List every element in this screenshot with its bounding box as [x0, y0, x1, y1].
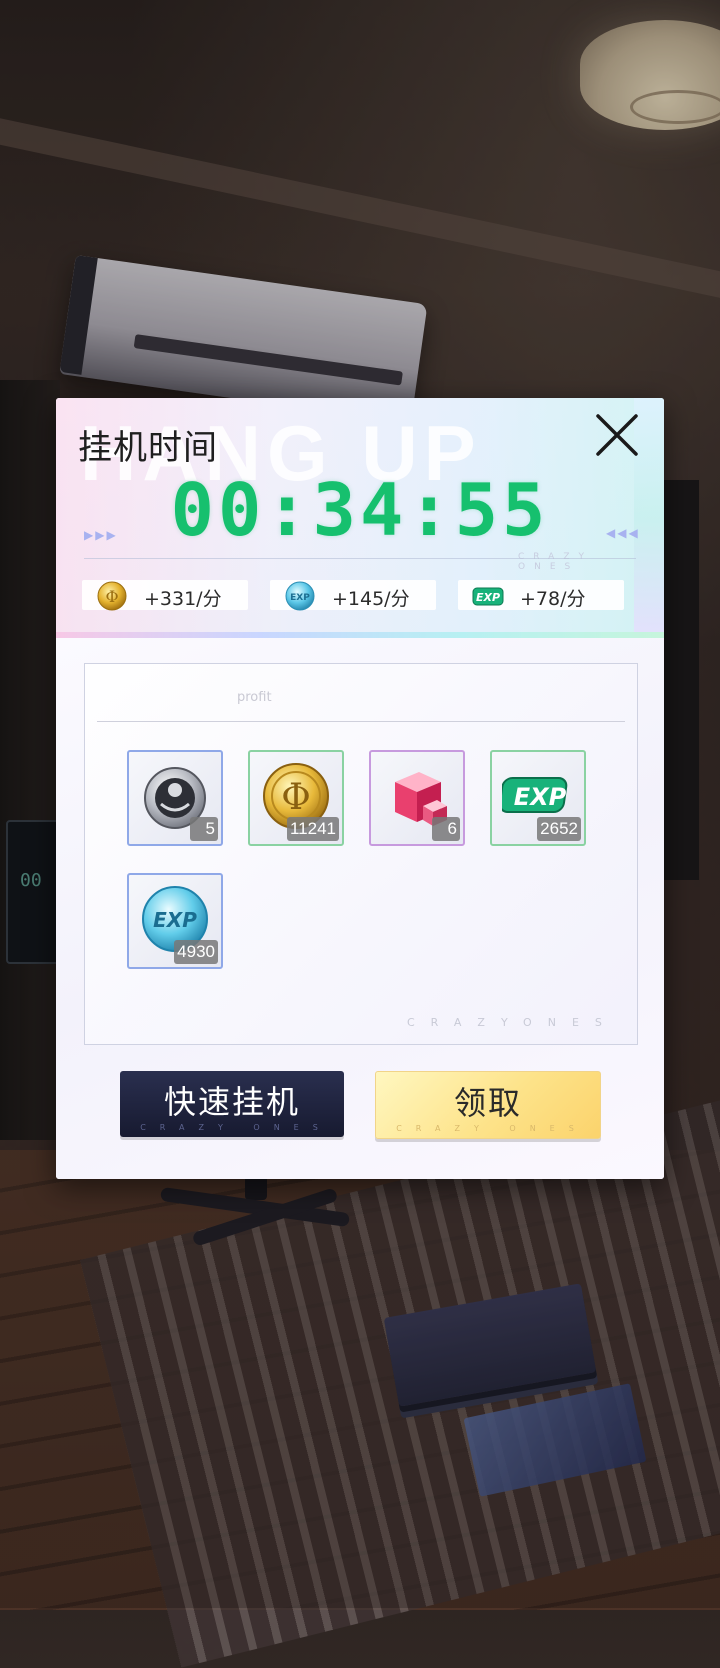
- claim-button[interactable]: 领取 CRAZY ONES: [375, 1071, 601, 1139]
- gold-coin-icon: Φ: [97, 581, 127, 611]
- hang-up-dialog: HANG UP 挂机时间 00:34:55 ▶▶▶ ◀◀◀ CRAZY ONES…: [56, 398, 664, 1179]
- dialog-title: 挂机时间: [78, 428, 218, 468]
- exp-coin-icon: EXP: [285, 581, 315, 611]
- dialog-header: HANG UP 挂机时间 00:34:55 ▶▶▶ ◀◀◀ CRAZY ONES…: [56, 398, 664, 638]
- close-button[interactable]: [594, 412, 640, 458]
- reward-qty: 4930: [174, 940, 218, 964]
- hang-up-timer: 00:34:55: [170, 468, 550, 552]
- svg-text:Φ: Φ: [105, 587, 118, 606]
- profit-divider: [97, 721, 625, 722]
- profit-panel: profit 5 Φ 11241 6 EXP 2652 EXP 4930 CRA…: [84, 663, 638, 1045]
- reward-qty: 11241: [286, 817, 339, 841]
- header-divider: [84, 558, 636, 559]
- quick-hang-up-brand: CRAZY ONES: [140, 1123, 332, 1132]
- rate-row: Φ +331/分 EXP +145/分 EXP +78/分: [82, 580, 642, 611]
- reward-item-exp-badge[interactable]: EXP 2652: [490, 750, 586, 846]
- reward-item-silver-medal[interactable]: 5: [127, 750, 223, 846]
- reward-qty: 2652: [537, 817, 581, 841]
- reward-item-pink-cube[interactable]: 6: [369, 750, 465, 846]
- rate-gold: Φ +331/分: [82, 580, 248, 611]
- svg-text:EXP: EXP: [476, 591, 500, 604]
- deco-brand: CRAZY ONES: [518, 552, 593, 572]
- rate-exp-coin: EXP +145/分: [270, 580, 436, 611]
- close-icon: [596, 414, 638, 456]
- quick-hang-up-button[interactable]: 快速挂机 CRAZY ONES: [120, 1071, 344, 1137]
- svg-text:EXP: EXP: [514, 783, 567, 811]
- profit-label: profit: [237, 690, 272, 705]
- rate-gold-text: +331/分: [144, 588, 222, 610]
- svg-text:Φ: Φ: [281, 777, 311, 818]
- exp-badge-icon: EXP: [472, 587, 504, 606]
- panel-brand: CRAZYONES: [407, 1016, 618, 1029]
- reward-qty: 5: [190, 817, 218, 841]
- quick-hang-up-label: 快速挂机: [163, 1083, 300, 1121]
- rate-exp-badge-text: +78/分: [520, 588, 586, 610]
- svg-text:EXP: EXP: [153, 908, 197, 932]
- reward-qty: 6: [432, 817, 460, 841]
- claim-brand: CRAZY ONES: [396, 1124, 588, 1133]
- claim-label: 领取: [453, 1084, 522, 1122]
- reward-item-gold-coin[interactable]: Φ 11241: [248, 750, 344, 846]
- reward-item-exp-coin[interactable]: EXP 4930: [127, 873, 223, 969]
- rate-exp-coin-text: +145/分: [332, 588, 410, 610]
- svg-text:EXP: EXP: [290, 593, 310, 603]
- deco-arrows-left: ▶▶▶: [84, 528, 118, 542]
- rate-exp-badge: EXP +78/分: [458, 580, 624, 610]
- deco-arrows-right: ◀◀◀: [606, 526, 640, 540]
